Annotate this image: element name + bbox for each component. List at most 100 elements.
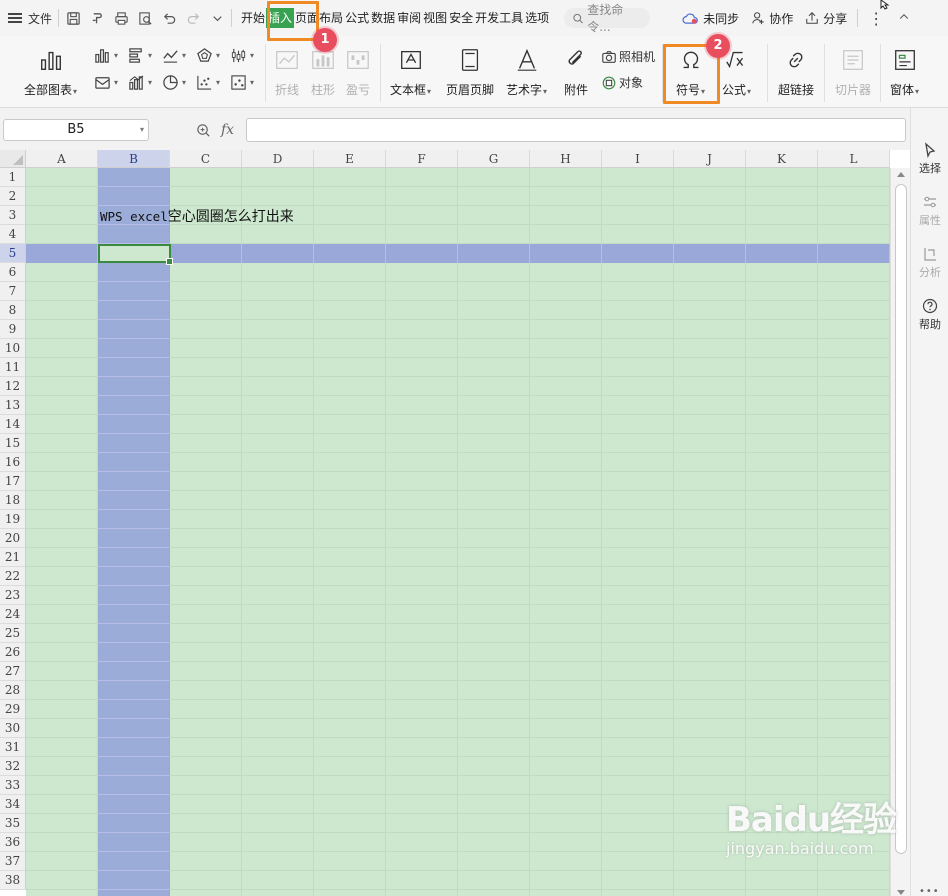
wordart-button[interactable]: 艺术字▾ xyxy=(506,44,547,98)
row-header-3[interactable]: 3 xyxy=(0,206,26,225)
scrollbar-thumb[interactable] xyxy=(895,184,907,854)
row-header-23[interactable]: 23 xyxy=(0,586,26,605)
stock-chart-button[interactable]: ▾ xyxy=(230,47,254,64)
more-dots-icon[interactable]: ••• xyxy=(919,886,940,896)
print-preview-icon[interactable] xyxy=(137,10,153,26)
row-header-4[interactable]: 4 xyxy=(0,225,26,244)
row-header-11[interactable]: 11 xyxy=(0,358,26,377)
file-menu-button[interactable]: 文件 xyxy=(0,0,52,36)
row-header-32[interactable]: 32 xyxy=(0,757,26,776)
tab-home[interactable]: 开始 xyxy=(240,8,266,28)
header-footer-button[interactable]: 页眉页脚 xyxy=(446,44,494,98)
tab-formulas[interactable]: 公式 xyxy=(344,8,370,28)
row-header-2[interactable]: 2 xyxy=(0,187,26,206)
row-header-33[interactable]: 33 xyxy=(0,776,26,795)
column-header-k[interactable]: K xyxy=(746,150,818,168)
cell-area[interactable]: WPS excel空心圆圈怎么打出来 xyxy=(26,168,890,896)
textbox-button[interactable]: 文本框▾ xyxy=(390,44,431,98)
redo-icon[interactable] xyxy=(185,10,201,26)
command-search-input[interactable]: 查找命令... xyxy=(564,3,651,34)
scatter-chart-button[interactable]: ▾ xyxy=(196,74,220,91)
row-header-13[interactable]: 13 xyxy=(0,396,26,415)
customize-qa-dropdown-icon[interactable] xyxy=(209,10,225,26)
column-header-c[interactable]: C xyxy=(170,150,242,168)
chevron-down-icon[interactable]: ▾ xyxy=(140,120,144,140)
formula-input[interactable] xyxy=(246,118,906,142)
tab-options[interactable]: 选项 xyxy=(524,8,550,28)
all-charts-button[interactable]: 全部图表▾ xyxy=(24,44,77,98)
row-header-5[interactable]: 5 xyxy=(0,244,26,263)
scroll-up-icon[interactable] xyxy=(897,172,905,177)
combo-chart-button[interactable]: ▾ xyxy=(128,74,152,91)
collaborate-button[interactable]: 协作 xyxy=(751,10,793,27)
tab-view[interactable]: 视图 xyxy=(422,8,448,28)
row-header-8[interactable]: 8 xyxy=(0,301,26,320)
tab-developer[interactable]: 开发工具 xyxy=(474,8,524,28)
row-header-30[interactable]: 30 xyxy=(0,719,26,738)
tab-review[interactable]: 审阅 xyxy=(396,8,422,28)
row-header-1[interactable]: 1 xyxy=(0,168,26,187)
attachment-button[interactable]: 附件 xyxy=(563,44,589,98)
row-header-12[interactable]: 12 xyxy=(0,377,26,396)
column-header-j[interactable]: J xyxy=(674,150,746,168)
active-cell[interactable] xyxy=(98,244,173,265)
row-header-37[interactable]: 37 xyxy=(0,852,26,871)
side-properties-button[interactable]: 属性 xyxy=(911,194,948,228)
undo-icon[interactable] xyxy=(161,10,177,26)
more-options-icon[interactable]: ⋮ xyxy=(868,9,884,28)
row-header-17[interactable]: 17 xyxy=(0,472,26,491)
row-header-16[interactable]: 16 xyxy=(0,453,26,472)
column-header-g[interactable]: G xyxy=(458,150,530,168)
row-header-24[interactable]: 24 xyxy=(0,605,26,624)
object-button[interactable]: 对象 xyxy=(601,74,643,91)
sparkline-line-button[interactable]: 折线 xyxy=(274,44,300,98)
row-header-14[interactable]: 14 xyxy=(0,415,26,434)
column-header-l[interactable]: L xyxy=(818,150,890,168)
row-header-9[interactable]: 9 xyxy=(0,320,26,339)
column-header-i[interactable]: I xyxy=(602,150,674,168)
zoom-icon[interactable] xyxy=(196,123,211,138)
hyperlink-button[interactable]: 超链接 xyxy=(778,44,814,98)
row-header-7[interactable]: 7 xyxy=(0,282,26,301)
row-header-25[interactable]: 25 xyxy=(0,624,26,643)
slicer-button[interactable]: 切片器 xyxy=(835,44,871,98)
row-header-27[interactable]: 27 xyxy=(0,662,26,681)
print-icon[interactable] xyxy=(113,10,129,26)
cell-b3[interactable]: WPS excel空心圆圈怎么打出来 xyxy=(100,207,294,227)
row-header-22[interactable]: 22 xyxy=(0,567,26,586)
row-header-28[interactable]: 28 xyxy=(0,681,26,700)
side-analysis-button[interactable]: 分析 xyxy=(911,246,948,280)
sparkline-winloss-button[interactable]: 盈亏 xyxy=(345,44,371,98)
column-header-e[interactable]: E xyxy=(314,150,386,168)
row-header-26[interactable]: 26 xyxy=(0,643,26,662)
collapse-ribbon-icon[interactable] xyxy=(898,11,910,26)
pie-chart-button[interactable]: ▾ xyxy=(162,74,186,91)
row-header-18[interactable]: 18 xyxy=(0,491,26,510)
tab-data[interactable]: 数据 xyxy=(370,8,396,28)
select-all-button[interactable] xyxy=(0,150,26,168)
side-help-button[interactable]: 帮助 xyxy=(911,298,948,332)
share-button[interactable]: 分享 xyxy=(805,10,847,27)
row-header-29[interactable]: 29 xyxy=(0,700,26,719)
save-icon[interactable] xyxy=(65,10,81,26)
row-header-19[interactable]: 19 xyxy=(0,510,26,529)
row-header-15[interactable]: 15 xyxy=(0,434,26,453)
scroll-down-icon[interactable] xyxy=(897,890,905,895)
more-charts-button[interactable]: ▾ xyxy=(230,74,254,91)
bar-chart-button[interactable]: ▾ xyxy=(128,47,152,64)
column-header-a[interactable]: A xyxy=(26,150,98,168)
tab-security[interactable]: 安全 xyxy=(448,8,474,28)
name-box[interactable]: B5 ▾ xyxy=(3,119,149,141)
row-header-10[interactable]: 10 xyxy=(0,339,26,358)
camera-button[interactable]: 照相机 xyxy=(601,48,655,65)
row-header-21[interactable]: 21 xyxy=(0,548,26,567)
row-header-31[interactable]: 31 xyxy=(0,738,26,757)
sparkline-column-button[interactable]: 柱形 xyxy=(310,44,336,98)
format-painter-icon[interactable] xyxy=(89,10,105,26)
sync-status-button[interactable]: 未同步 xyxy=(682,10,739,27)
insert-function-button[interactable]: fx xyxy=(221,122,234,138)
forms-button[interactable]: 窗体▾ xyxy=(890,44,919,98)
area-chart-button[interactable]: ▾ xyxy=(94,74,118,91)
row-header-34[interactable]: 34 xyxy=(0,795,26,814)
line-chart-button[interactable]: ▾ xyxy=(162,47,186,64)
